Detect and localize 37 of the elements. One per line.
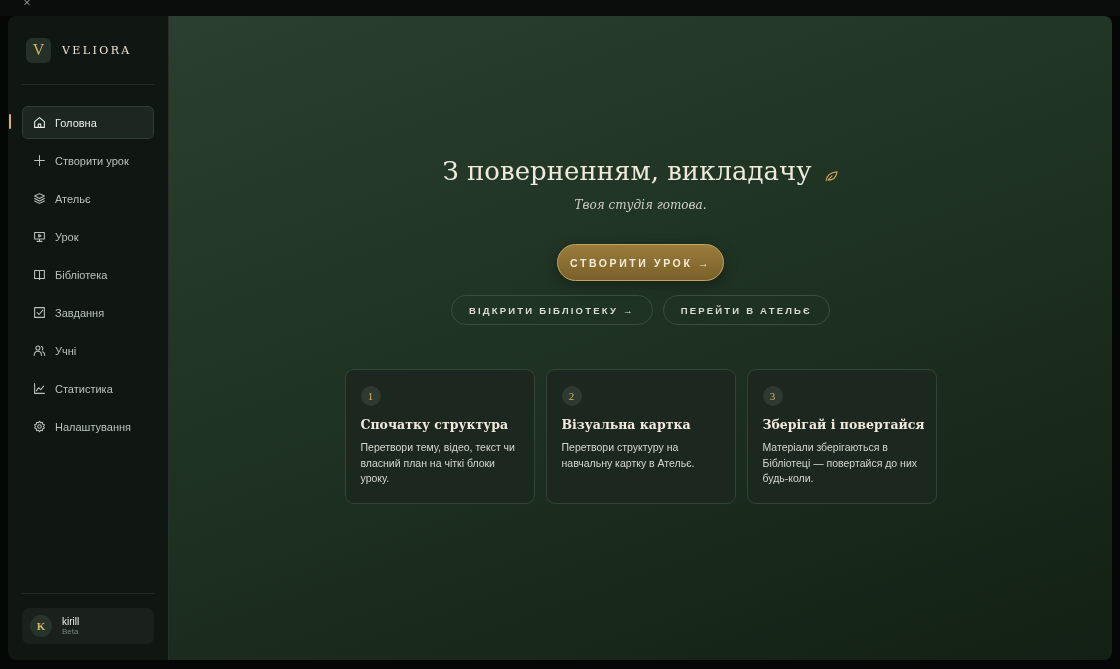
nav-item[interactable]: Учні bbox=[22, 334, 154, 367]
step-number: 2 bbox=[561, 386, 582, 406]
checkbox-icon bbox=[33, 306, 46, 319]
users-icon bbox=[33, 344, 46, 357]
chart-icon bbox=[33, 382, 46, 395]
create-lesson-button[interactable]: СТВОРИТИ УРОК → bbox=[557, 244, 724, 281]
card-text: Перетвори структуру на навчальну картку в Ательє. bbox=[561, 440, 696, 471]
nav-item[interactable]: Урок bbox=[22, 220, 154, 253]
settings-icon bbox=[33, 420, 46, 433]
book-icon bbox=[33, 268, 46, 281]
subtitle: Твоя студія готова. bbox=[574, 198, 707, 212]
avatar: K bbox=[30, 615, 52, 637]
card-text: Перетвори тему, відео, текст чи власний план на чіткі блоки уроку. bbox=[360, 440, 516, 486]
nav-item[interactable]: Статистика bbox=[22, 372, 154, 405]
close-icon[interactable] bbox=[22, 0, 32, 6]
step-number: 3 bbox=[762, 386, 783, 406]
nav-item[interactable]: Налаштування bbox=[22, 410, 154, 443]
plus-icon bbox=[33, 154, 46, 167]
leaf-icon bbox=[825, 171, 839, 182]
card-title: Візуальна картка bbox=[561, 417, 692, 432]
nav-item[interactable]: Створити урок bbox=[22, 144, 154, 177]
layers-icon bbox=[33, 192, 46, 205]
nav-item[interactable]: Бібліотека bbox=[22, 258, 154, 291]
brand-name: VELIORA bbox=[62, 43, 132, 57]
welcome-heading: З поверненням, викладачу bbox=[442, 156, 812, 186]
nav-item[interactable]: Ательє bbox=[22, 182, 154, 215]
logo-mark: V bbox=[26, 37, 51, 63]
presentation-icon bbox=[33, 230, 46, 243]
nav-item[interactable]: Головна bbox=[22, 106, 154, 139]
user-name: kirill bbox=[62, 616, 80, 627]
home-icon bbox=[33, 116, 46, 129]
step-number: 1 bbox=[360, 386, 381, 406]
nav-item[interactable]: Завдання bbox=[22, 296, 154, 329]
card-title: Спочатку структура bbox=[360, 417, 510, 432]
card-text: Матеріали зберігаються в Бібліотеці — повертайся до них будь-коли. bbox=[762, 440, 919, 486]
user-plan: Beta bbox=[62, 627, 80, 636]
user-card[interactable]: K kirill Beta bbox=[22, 608, 154, 644]
